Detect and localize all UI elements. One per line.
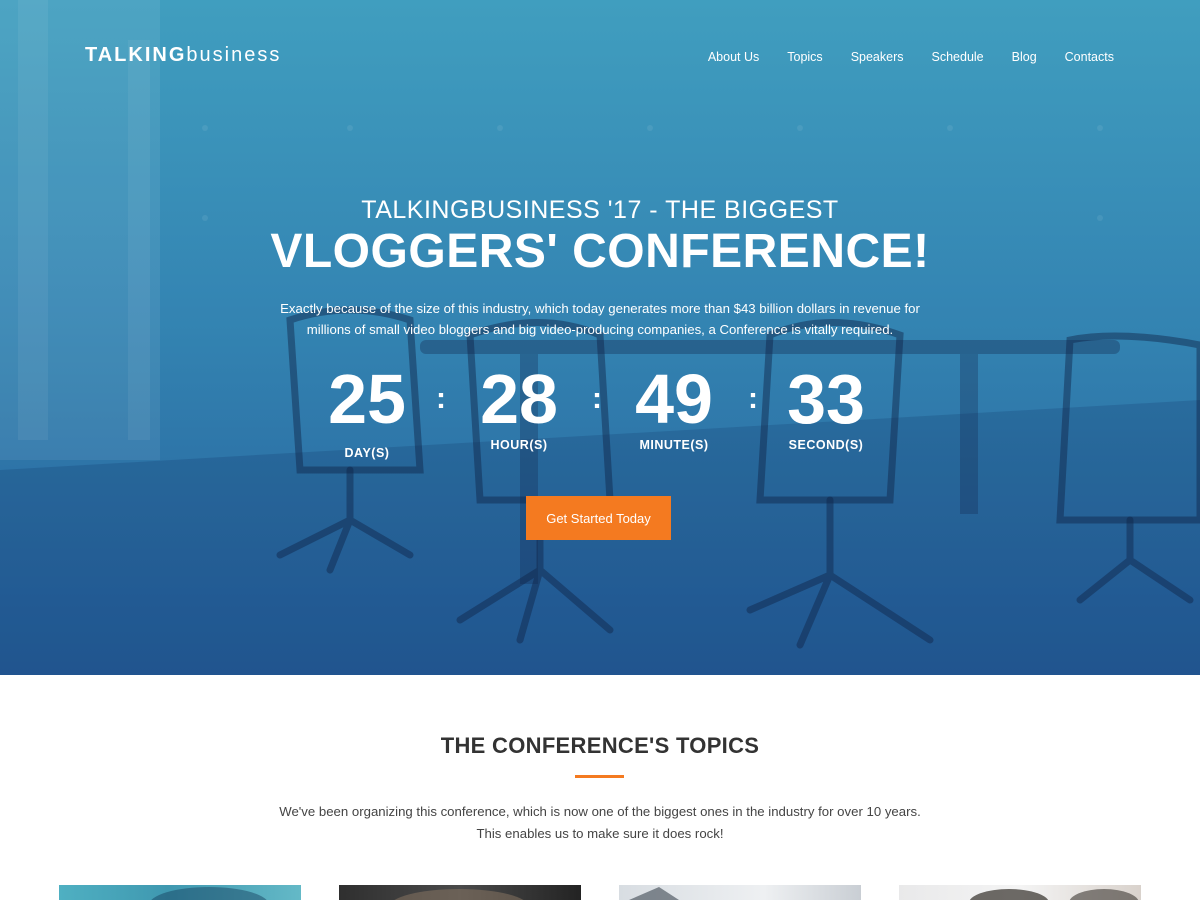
hero-description: Exactly because of the size of this indu… xyxy=(280,301,920,337)
topic-card-photo xyxy=(151,887,267,900)
countdown-minutes-value: 49 xyxy=(635,360,713,438)
topic-card-image[interactable] xyxy=(339,885,581,900)
nav-blog[interactable]: Blog xyxy=(1012,50,1037,64)
topics-section: THE CONFERENCE'S TOPICS We've been organ… xyxy=(0,675,1200,900)
nav-about-us[interactable]: About Us xyxy=(708,50,759,64)
nav-speakers[interactable]: Speakers xyxy=(851,50,904,64)
nav-contacts[interactable]: Contacts xyxy=(1065,50,1114,64)
topics-description-line-2: This enables us to make sure it does roc… xyxy=(476,826,724,841)
countdown-separator: : xyxy=(748,382,758,415)
countdown-hours: 28 HOUR(S) xyxy=(459,360,579,452)
title-underline-divider xyxy=(575,775,624,778)
countdown-timer: 25 DAY(S) : 28 HOUR(S) : 49 MINUTE(S) : … xyxy=(0,360,1200,470)
countdown-seconds: 33 SECOND(S) xyxy=(766,360,886,452)
topic-card-image[interactable] xyxy=(619,885,861,900)
get-started-button[interactable]: Get Started Today xyxy=(526,496,671,540)
topic-card-photo xyxy=(969,889,1139,900)
topic-card-photo xyxy=(629,887,679,900)
countdown-minutes-label: MINUTE(S) xyxy=(639,438,709,452)
nav-topics[interactable]: Topics xyxy=(787,50,822,64)
logo-light-text: business xyxy=(186,44,282,66)
nav-schedule[interactable]: Schedule xyxy=(932,50,984,64)
topic-card-image[interactable] xyxy=(59,885,301,900)
site-logo[interactable]: TALKINGbusiness xyxy=(85,44,281,67)
topics-description-line-1: We've been organizing this conference, w… xyxy=(279,804,921,819)
topic-card-photo xyxy=(394,889,524,900)
countdown-hours-value: 28 xyxy=(480,360,558,438)
topic-card-image[interactable] xyxy=(899,885,1141,900)
countdown-separator: : xyxy=(592,382,602,415)
main-nav: About Us Topics Speakers Schedule Blog C… xyxy=(708,50,1114,64)
logo-bold-text: TALKING xyxy=(85,44,187,66)
countdown-days: 25 DAY(S) xyxy=(307,360,427,460)
countdown-days-label: DAY(S) xyxy=(344,446,390,460)
countdown-minutes: 49 MINUTE(S) xyxy=(614,360,734,452)
countdown-seconds-value: 33 xyxy=(787,360,865,438)
topics-title: THE CONFERENCE'S TOPICS xyxy=(440,733,760,758)
topic-cards xyxy=(59,885,1141,900)
hero-title: VLOGGERS' CONFERENCE! xyxy=(270,225,930,278)
hero-subtitle: TALKINGBUSINESS '17 - THE BIGGEST xyxy=(361,196,839,224)
countdown-hours-label: HOUR(S) xyxy=(490,438,548,452)
hero-section: TALKINGbusiness About Us Topics Speakers… xyxy=(0,0,1200,675)
countdown-days-value: 25 xyxy=(328,360,406,438)
countdown-separator: : xyxy=(436,382,446,415)
topics-description: We've been organizing this conference, w… xyxy=(250,801,950,845)
countdown-seconds-label: SECOND(S) xyxy=(788,438,864,452)
